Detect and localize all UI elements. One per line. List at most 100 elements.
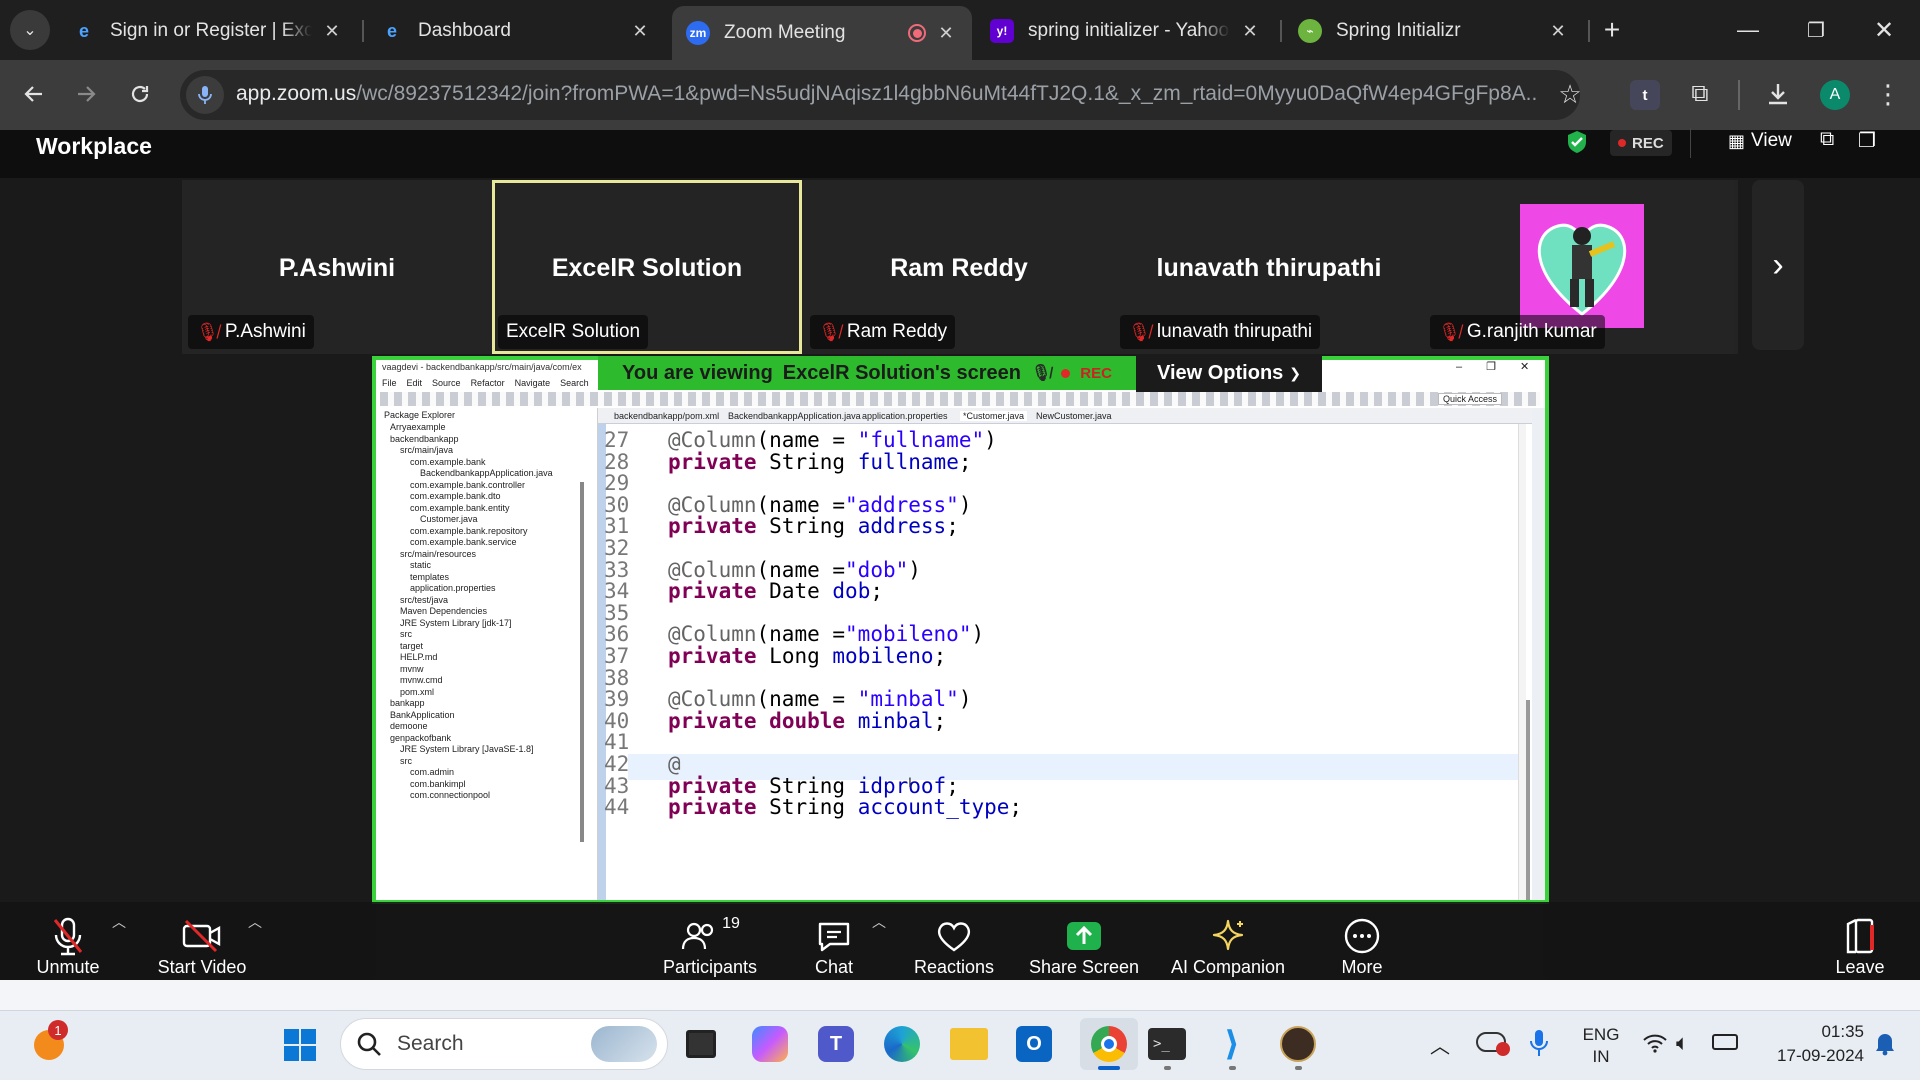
tree-item[interactable]: com.example.bank.entity: [410, 503, 510, 513]
participant-tile-active-speaker[interactable]: ExcelR Solution ExcelR Solution: [492, 180, 802, 354]
tree-item[interactable]: templates: [410, 572, 449, 582]
tree-item[interactable]: com.example.bank: [410, 457, 486, 467]
copilot-icon[interactable]: [752, 1026, 788, 1062]
chat-button[interactable]: Chat: [798, 906, 870, 978]
encryption-shield-icon[interactable]: [1566, 130, 1588, 154]
close-icon[interactable]: ✕: [628, 19, 652, 43]
tree-item[interactable]: com.bankimpl: [410, 779, 466, 789]
teams-icon[interactable]: T: [818, 1026, 854, 1062]
eclipse-window-controls[interactable]: –❐✕: [1456, 360, 1545, 373]
reload-button[interactable]: [120, 74, 160, 114]
rec-indicator[interactable]: REC: [1610, 130, 1672, 156]
extension-t-icon[interactable]: t: [1630, 80, 1660, 110]
tree-item[interactable]: static: [410, 560, 431, 570]
video-options-caret-icon[interactable]: ︿: [248, 912, 262, 932]
tree-item[interactable]: application.properties: [410, 583, 496, 593]
close-window-button[interactable]: ✕: [1864, 10, 1904, 50]
menu-navigate[interactable]: Navigate: [515, 378, 551, 388]
editor-scrollbar[interactable]: [1526, 700, 1530, 900]
tree-item[interactable]: demoone: [390, 721, 428, 731]
bookmark-star-icon[interactable]: ☆: [1550, 74, 1590, 114]
tab-excelr-signin[interactable]: e Sign in or Register | Excel ✕: [58, 8, 358, 54]
edge-icon[interactable]: [884, 1026, 920, 1062]
wifi-icon[interactable]: [1642, 1032, 1668, 1054]
more-button[interactable]: More: [1330, 906, 1394, 978]
terminal-icon[interactable]: >_: [1148, 1028, 1186, 1060]
gallery-next-button[interactable]: ›: [1752, 180, 1804, 350]
tree-item[interactable]: com.example.bank.service: [410, 537, 517, 547]
code-editor[interactable]: 27 @Column(name = "fullname") 28 private St…: [598, 424, 1518, 900]
tree-item[interactable]: Maven Dependencies: [400, 606, 487, 616]
participant-tile[interactable]: Ram Reddy 🎙︎̸ Ram Reddy: [804, 180, 1114, 354]
tab-yahoo-search[interactable]: y! spring initializer - Yahoo ✕: [976, 8, 1276, 54]
close-icon[interactable]: ✕: [1546, 19, 1570, 43]
tree-item[interactable]: com.connectionpool: [410, 790, 490, 800]
tree-item[interactable]: com.example.bank.repository: [410, 526, 528, 536]
notifications-bell-icon[interactable]: [1874, 1030, 1896, 1056]
task-view-icon[interactable]: [686, 1030, 716, 1058]
tree-item[interactable]: bankapp: [390, 698, 425, 708]
battery-icon[interactable]: [1712, 1034, 1738, 1050]
menu-file[interactable]: File: [382, 378, 397, 388]
tree-item[interactable]: com.example.bank.controller: [410, 480, 525, 490]
editor-tab[interactable]: BackendbankappApplication.java: [728, 411, 861, 421]
menu-search[interactable]: Search: [560, 378, 589, 388]
show-hidden-icons-chevron[interactable]: ︿: [1430, 1030, 1450, 1059]
menu-source[interactable]: Source: [432, 378, 461, 388]
tab-spring-initializr[interactable]: ⌁ Spring Initializr ✕: [1284, 8, 1584, 54]
reactions-button[interactable]: Reactions: [906, 906, 1002, 978]
tree-item[interactable]: src: [400, 629, 412, 639]
microphone-icon[interactable]: [1528, 1028, 1550, 1058]
audio-options-caret-icon[interactable]: ︿: [112, 912, 126, 932]
participant-tile[interactable]: P.Ashwini 🎙︎̸ P.Ashwini: [182, 180, 492, 354]
editor-tab-active[interactable]: *Customer.java: [960, 411, 1028, 421]
tree-item[interactable]: mvnw.cmd: [400, 675, 443, 685]
tree-item[interactable]: src/test/java: [400, 595, 448, 605]
tree-item[interactable]: JRE System Library [JavaSE-1.8]: [400, 744, 534, 754]
tree-item[interactable]: genpackofbank: [390, 733, 451, 743]
vscode-icon[interactable]: ⟩: [1214, 1025, 1250, 1063]
tree-item[interactable]: Arryaexample: [390, 422, 446, 432]
view-button[interactable]: ▦ View: [1728, 128, 1792, 154]
taskbar-search[interactable]: Search: [340, 1018, 668, 1070]
profile-avatar[interactable]: A: [1820, 80, 1850, 110]
file-explorer-icon[interactable]: [950, 1028, 988, 1060]
fullscreen-icon[interactable]: ❐: [1858, 128, 1876, 153]
tree-item[interactable]: com.example.bank.dto: [410, 491, 501, 501]
tab-search-button[interactable]: ⌄: [10, 10, 50, 50]
back-button[interactable]: [14, 74, 54, 114]
tree-item[interactable]: BankApplication: [390, 710, 455, 720]
share-screen-button[interactable]: Share Screen: [1026, 906, 1142, 978]
menu-edit[interactable]: Edit: [407, 378, 423, 388]
start-video-button[interactable]: Start Video: [150, 906, 254, 978]
extensions-puzzle-icon[interactable]: ⧉: [1680, 74, 1720, 114]
editor-tab[interactable]: application.properties: [862, 411, 948, 421]
site-info-icon[interactable]: [186, 76, 224, 114]
language-indicator[interactable]: ENG IN: [1578, 1024, 1624, 1068]
picture-in-picture-icon[interactable]: ⧉: [1820, 128, 1834, 151]
outlook-icon[interactable]: O: [1016, 1026, 1052, 1062]
tree-item[interactable]: mvnw: [400, 664, 424, 674]
tree-item[interactable]: target: [400, 641, 423, 651]
tree-item[interactable]: backendbankapp: [390, 434, 459, 444]
editor-tab[interactable]: backendbankapp/pom.xml: [614, 411, 719, 421]
tree-item[interactable]: BackendbankappApplication.java: [420, 468, 553, 478]
tree-item[interactable]: Customer.java: [420, 514, 478, 524]
tab-dashboard[interactable]: e Dashboard ✕: [366, 8, 666, 54]
chrome-icon-active[interactable]: [1080, 1018, 1138, 1070]
participant-tile[interactable]: 🎙︎̸ G.ranjith kumar: [1424, 180, 1734, 354]
tab-zoom-meeting[interactable]: zm Zoom Meeting ✕: [672, 6, 972, 60]
menu-kebab-icon[interactable]: ⋮: [1868, 74, 1908, 114]
java-app-icon[interactable]: [1280, 1026, 1316, 1062]
ai-companion-button[interactable]: AI Companion: [1164, 906, 1292, 978]
package-explorer-scrollbar[interactable]: [580, 482, 584, 842]
download-icon[interactable]: [1758, 74, 1798, 114]
close-icon[interactable]: ✕: [934, 21, 958, 45]
minimize-button[interactable]: —: [1728, 10, 1768, 50]
close-icon[interactable]: ✕: [1238, 19, 1262, 43]
volume-icon[interactable]: 🔈︎: [1676, 1030, 1689, 1056]
start-button[interactable]: [283, 1028, 317, 1062]
new-tab-button[interactable]: +: [1592, 10, 1632, 50]
tree-item[interactable]: com.admin: [410, 767, 454, 777]
view-options-button[interactable]: View Options ❯: [1136, 354, 1322, 392]
